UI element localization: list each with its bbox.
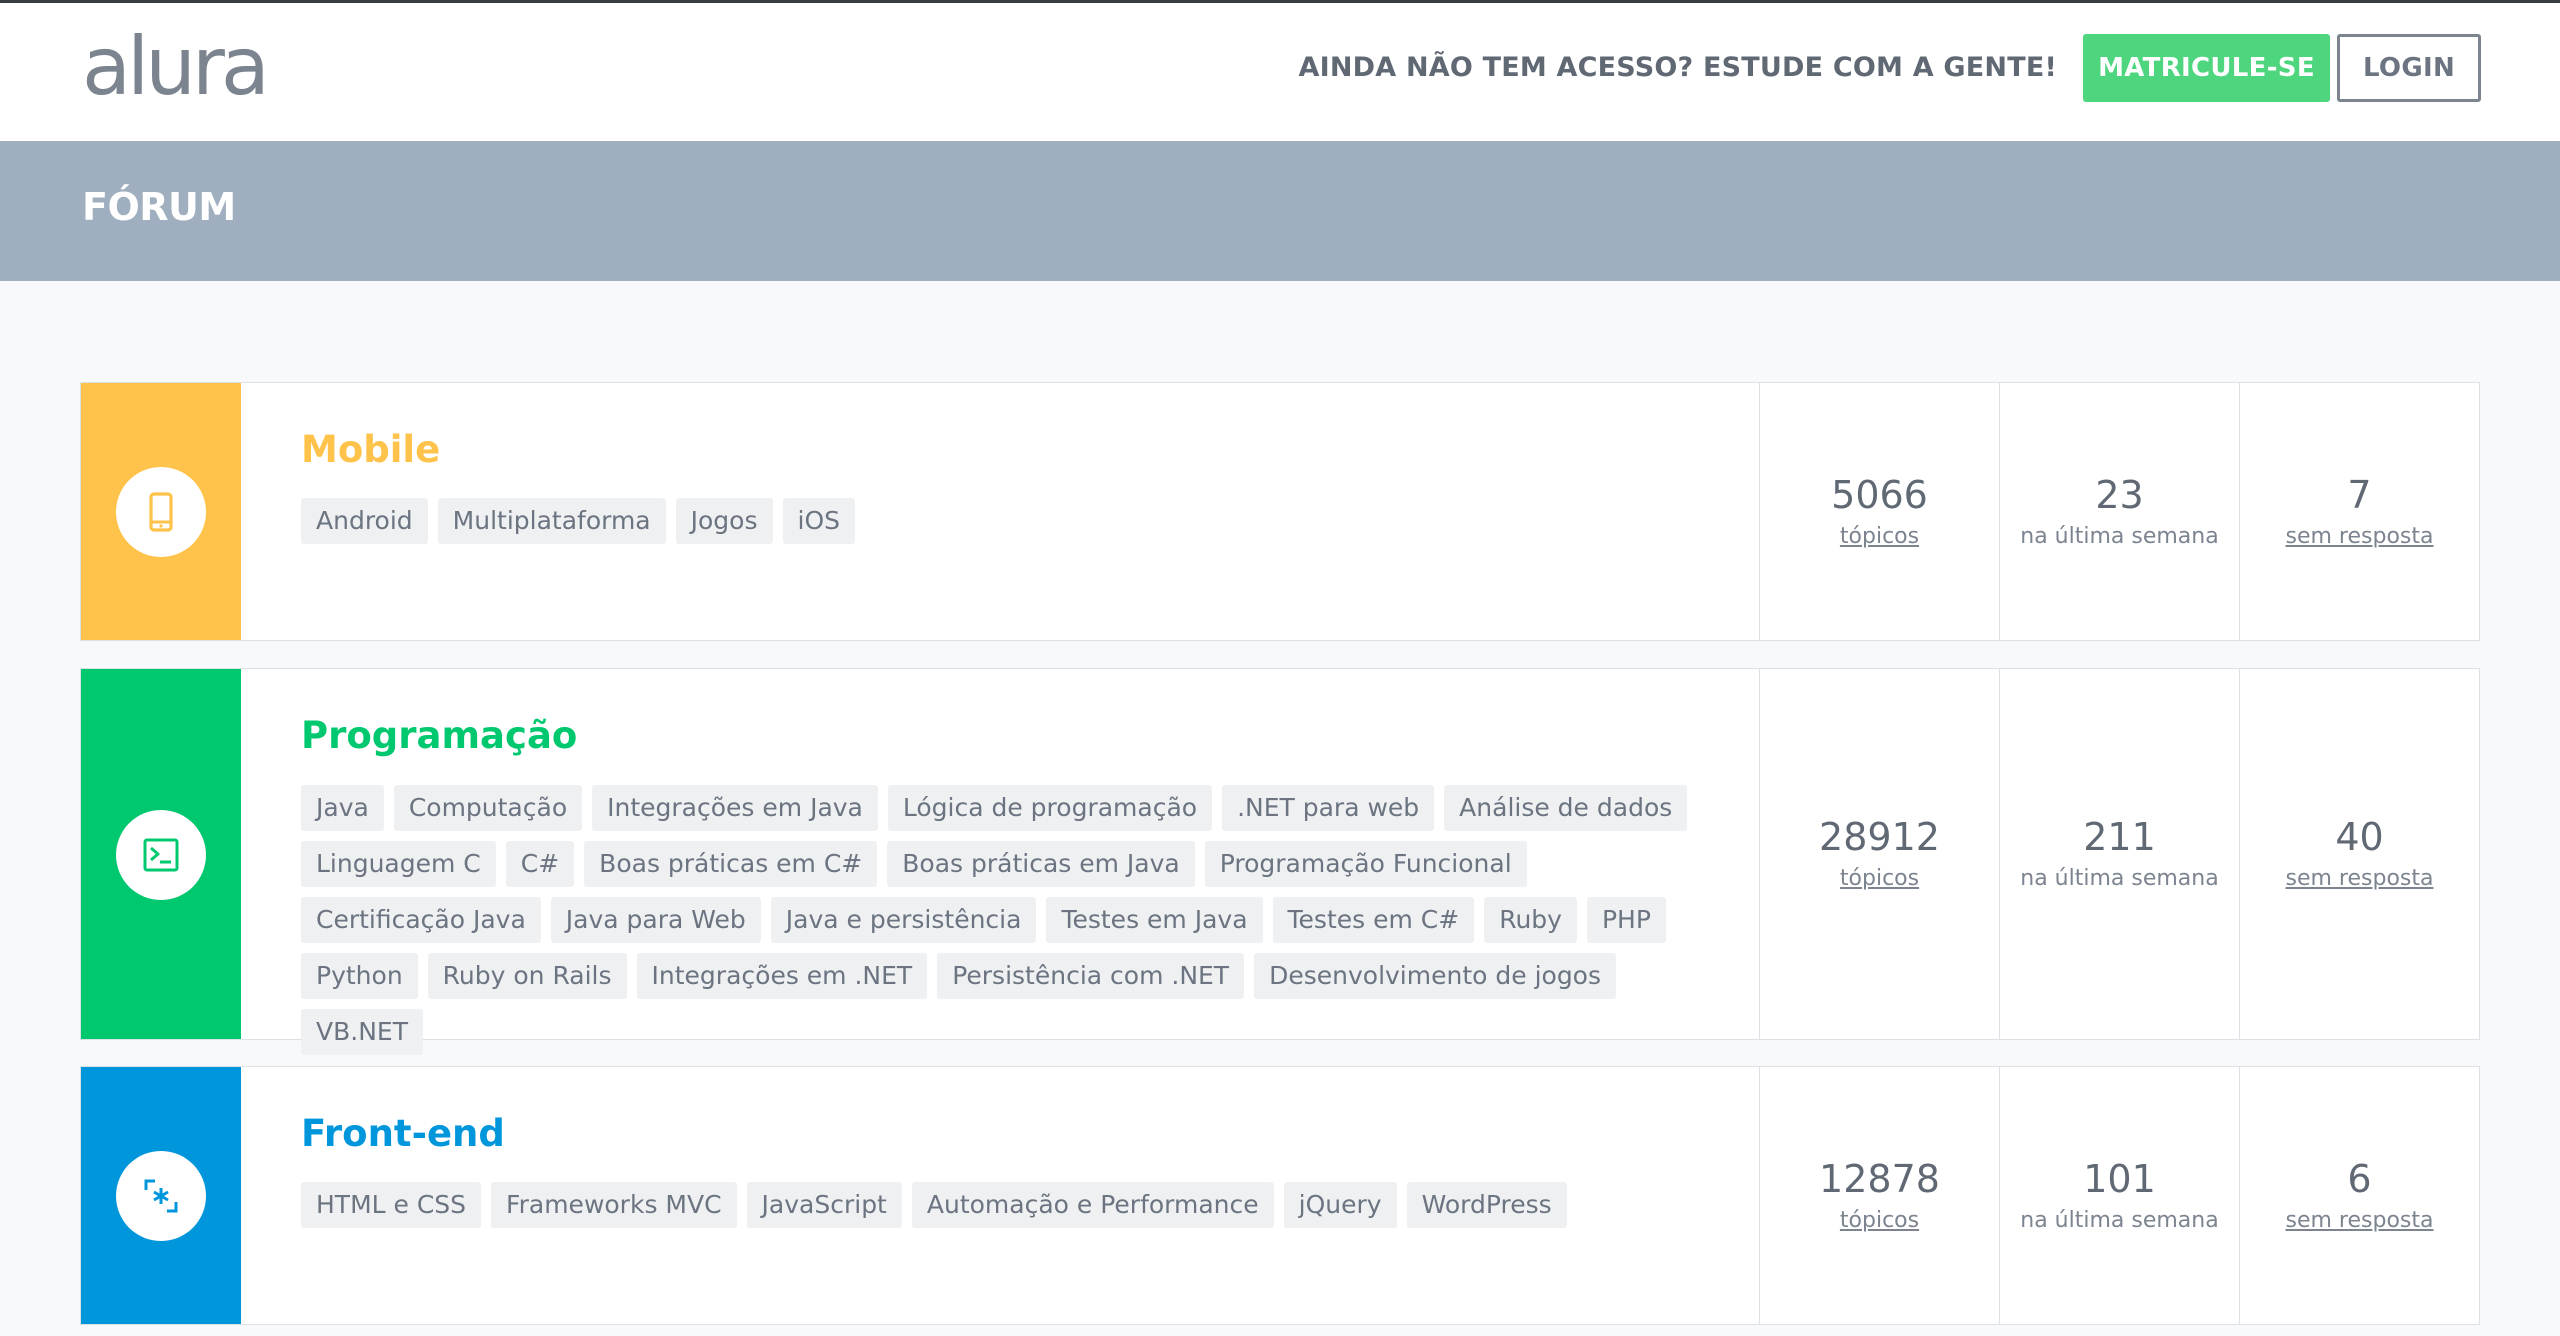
stat-label: na última semana [2020,1207,2219,1233]
tag[interactable]: VB.NET [301,1009,423,1055]
tag[interactable]: Programação Funcional [1204,841,1527,887]
login-button[interactable]: LOGIN [2337,34,2481,102]
tag[interactable]: JavaScript [746,1182,902,1228]
tag[interactable]: Persistência com .NET [937,953,1245,999]
stat-unanswered[interactable]: 40 sem resposta [2239,669,2479,1039]
tag[interactable]: PHP [1586,897,1666,943]
tag[interactable]: Linguagem C [301,841,496,887]
tag[interactable]: Integrações em .NET [636,953,928,999]
stat-label: na última semana [2020,866,2219,891]
stat-unanswered[interactable]: 7 sem resposta [2239,383,2479,640]
stat-label[interactable]: tópicos [1840,864,1919,894]
category-icon-circle [116,467,206,557]
tag[interactable]: Multiplataforma [437,498,666,544]
tag[interactable]: Certificação Java [301,897,541,943]
frontend-brackets-icon [144,1179,178,1213]
stat-topics[interactable]: 5066 tópicos [1759,383,1999,640]
tag[interactable]: HTML e CSS [301,1182,482,1228]
stat-value: 101 [2083,1156,2156,1201]
tag[interactable]: .NET para web [1222,785,1435,831]
category-card-programacao: Programação Java Computação Integrações … [80,668,2480,1055]
tag[interactable]: Integrações em Java [592,785,878,831]
tag[interactable]: jQuery [1283,1182,1397,1228]
stats: 12878 tópicos 101 na última semana 6 sem… [1759,1067,2479,1324]
category-title[interactable]: Mobile [301,428,440,471]
tag-list: Java Computação Integrações em Java Lógi… [301,785,1741,1055]
tag-list: HTML e CSS Frameworks MVC JavaScript Aut… [301,1182,1801,1228]
tag[interactable]: Análise de dados [1444,785,1688,831]
stats: 5066 tópicos 23 na última semana 7 sem r… [1759,383,2479,640]
stat-value: 28912 [1819,815,1940,859]
title-bar: FÓRUM [0,141,2560,281]
tag[interactable]: Jogos [675,498,773,544]
tag-list: Android Multiplataforma Jogos iOS [301,498,1801,544]
tag[interactable]: iOS [782,498,855,544]
tag[interactable]: Lógica de programação [887,785,1213,831]
stat-value: 6 [2347,1156,2372,1201]
category-card-frontend: Front-end HTML e CSS Frameworks MVC Java… [80,1066,2480,1325]
stat-last-week: 211 na última semana [1999,669,2239,1039]
tag[interactable]: Computação [393,785,583,831]
stat-label[interactable]: sem resposta [2286,864,2434,894]
tag[interactable]: Java [301,785,384,831]
tag[interactable]: Ruby [1484,897,1577,943]
page: alura AINDA NÃO TEM ACESSO? ESTUDE COM A… [0,0,2560,1336]
stat-label[interactable]: sem resposta [2286,522,2434,552]
tag[interactable]: Testes em C# [1272,897,1475,943]
smartphone-icon [149,492,173,532]
stat-value: 40 [2335,815,2384,859]
alura-logo[interactable]: alura [82,17,270,117]
tag[interactable]: Python [301,953,418,999]
stat-last-week: 23 na última semana [1999,383,2239,640]
stat-label[interactable]: tópicos [1840,1206,1919,1236]
enroll-button[interactable]: MATRICULE-SE [2083,34,2330,102]
stat-value: 211 [2083,815,2156,859]
category-stripe [81,383,241,640]
top-header: alura AINDA NÃO TEM ACESSO? ESTUDE COM A… [0,0,2560,141]
tag[interactable]: Testes em Java [1046,897,1263,943]
stats: 28912 tópicos 211 na última semana 40 se… [1759,669,2479,1039]
category-title[interactable]: Programação [301,714,577,757]
stat-label: na última semana [2020,523,2219,549]
stat-unanswered[interactable]: 6 sem resposta [2239,1067,2479,1324]
stat-topics[interactable]: 28912 tópicos [1759,669,1999,1039]
tag[interactable]: Ruby on Rails [427,953,627,999]
tag[interactable]: Android [301,498,428,544]
stat-last-week: 101 na última semana [1999,1067,2239,1324]
stat-label[interactable]: tópicos [1840,522,1919,552]
tag[interactable]: C# [505,841,575,887]
stat-value: 7 [2347,472,2372,517]
category-icon-circle [116,1151,206,1241]
terminal-icon [143,838,179,872]
category-title[interactable]: Front-end [301,1112,505,1155]
category-card-mobile: Mobile Android Multiplataforma Jogos iOS… [80,382,2480,641]
page-title: FÓRUM [82,185,236,229]
tag[interactable]: WordPress [1406,1182,1567,1228]
stat-value: 5066 [1831,472,1928,517]
category-stripe [81,669,241,1039]
stat-label[interactable]: sem resposta [2286,1206,2434,1236]
tag[interactable]: Java e persistência [770,897,1037,943]
tag[interactable]: Java para Web [550,897,761,943]
tag[interactable]: Frameworks MVC [491,1182,737,1228]
tag[interactable]: Desenvolvimento de jogos [1254,953,1617,999]
stat-value: 23 [2095,472,2144,517]
tag[interactable]: Boas práticas em Java [887,841,1195,887]
category-stripe [81,1067,241,1324]
tag[interactable]: Boas práticas em C# [584,841,878,887]
stat-value: 12878 [1819,1156,1940,1201]
category-icon-circle [116,810,206,900]
tag[interactable]: Automação e Performance [911,1182,1274,1228]
stat-topics[interactable]: 12878 tópicos [1759,1067,1999,1324]
cta-text: AINDA NÃO TEM ACESSO? ESTUDE COM A GENTE… [1298,52,2057,83]
